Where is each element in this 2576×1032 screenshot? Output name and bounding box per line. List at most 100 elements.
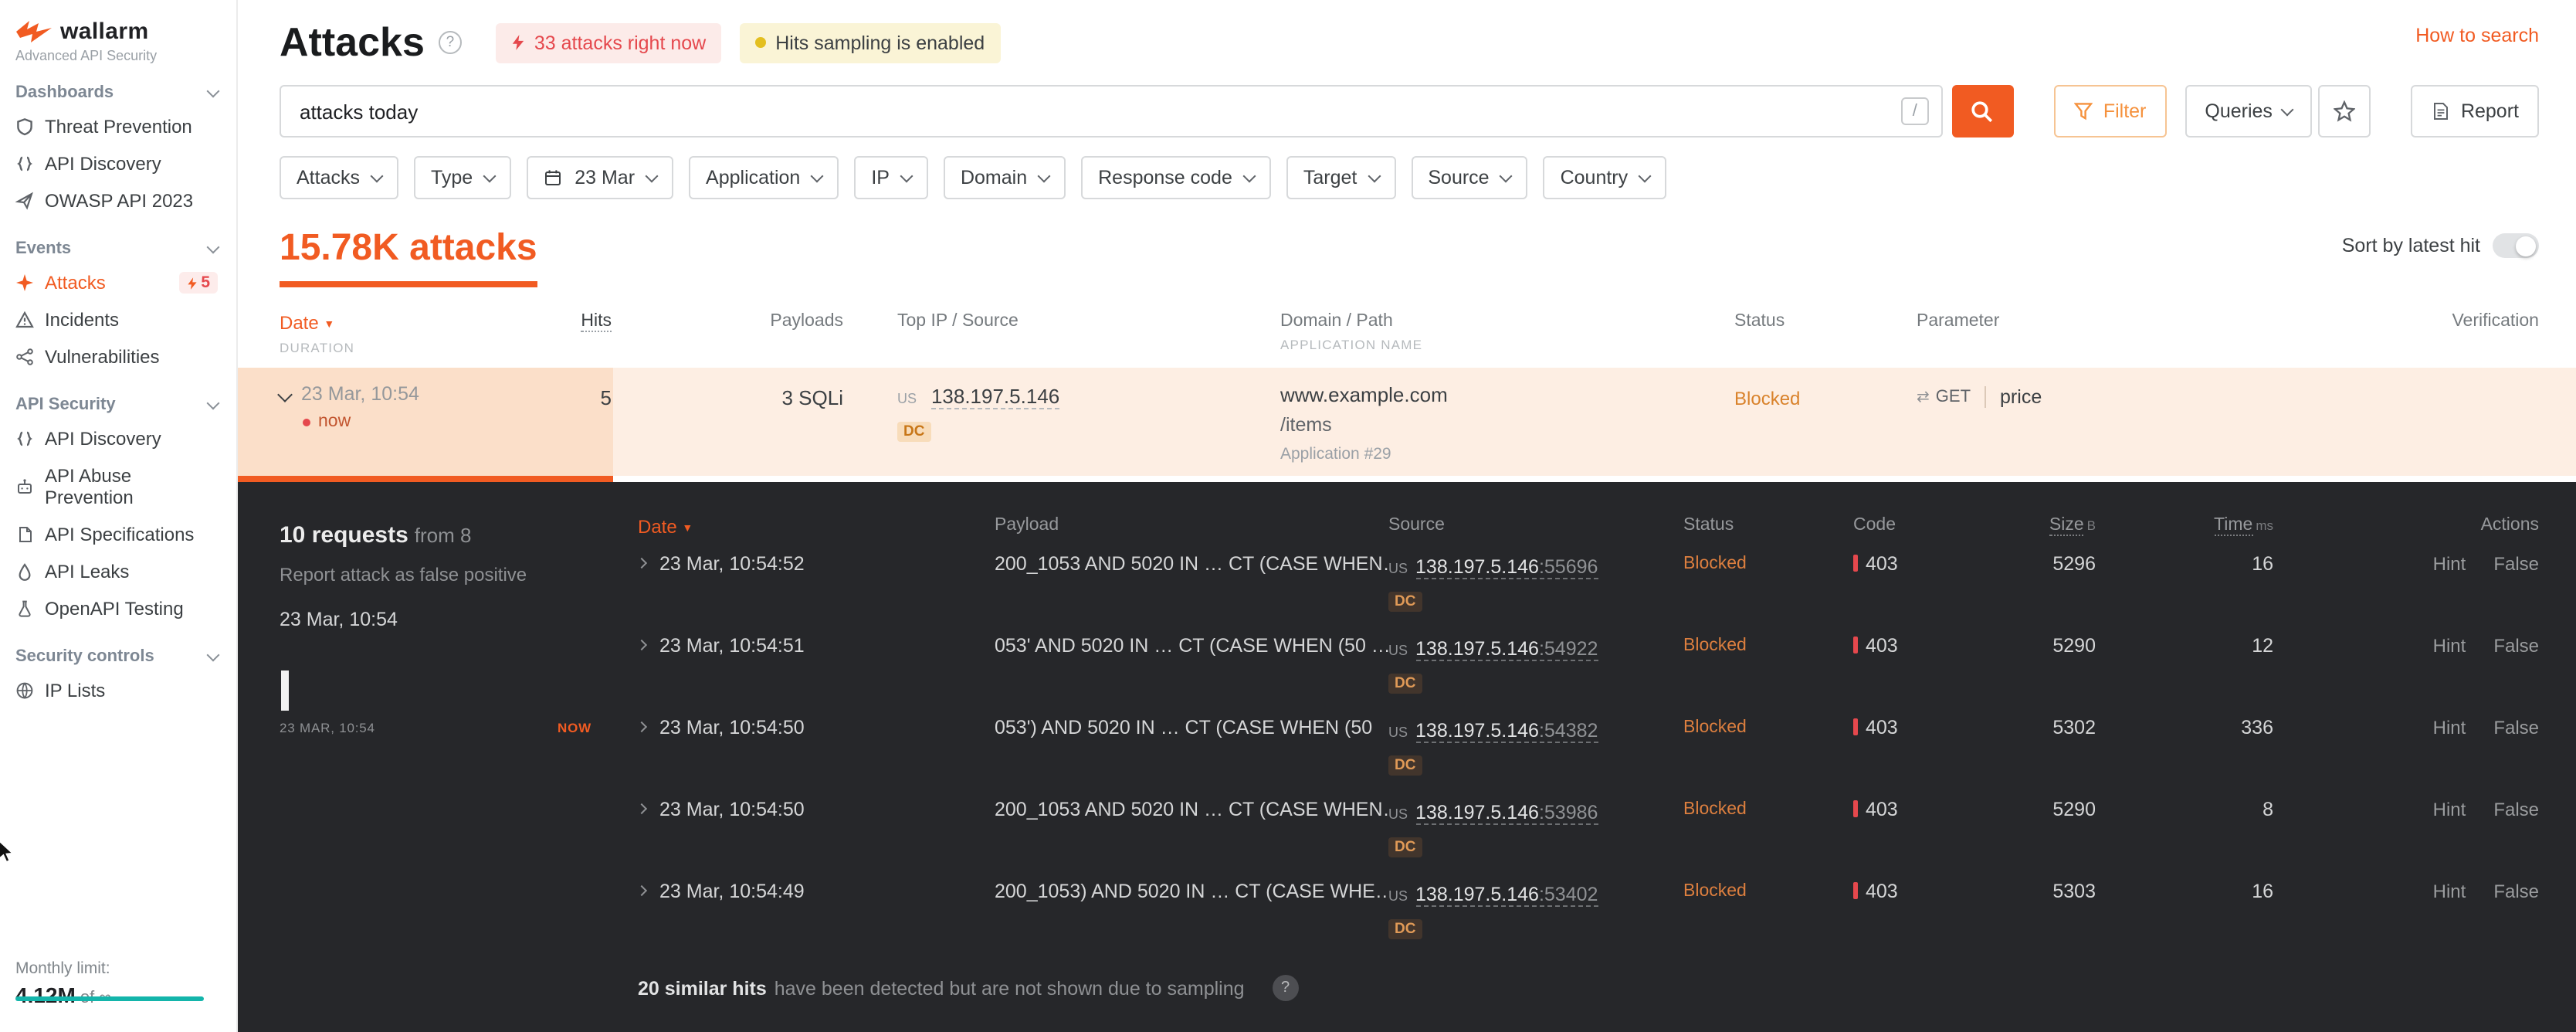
hit-date: 23 Mar, 10:54:50 <box>659 717 805 738</box>
filter-chips: Attacks Type 23 Mar Application IP Domai… <box>280 156 2539 199</box>
hits-table-header: Date ▼ Payload Source Status Code Size B … <box>638 516 2539 547</box>
hit-date: 23 Mar, 10:54:50 <box>659 799 805 820</box>
sort-label: Sort by latest hit <box>2341 235 2480 256</box>
hint-link[interactable]: Hint <box>2433 717 2466 738</box>
chevron-down-icon <box>206 83 220 97</box>
sidebar-item-threat-prevention[interactable]: Threat Prevention <box>0 108 236 145</box>
collapse-chevron-icon[interactable] <box>277 387 293 402</box>
wallarm-logo[interactable]: wallarm <box>0 0 236 45</box>
hit-row[interactable]: 23 Mar, 10:54:52 200_1053 AND 5020 IN … … <box>636 547 2539 629</box>
hits-table: Date ▼ Payload Source Status Code Size B … <box>636 482 2576 1032</box>
hit-status: Blocked <box>1683 882 1747 901</box>
queries-dropdown[interactable]: Queries <box>2185 85 2313 137</box>
hint-link[interactable]: Hint <box>2433 553 2466 575</box>
filter-chip-response-code[interactable]: Response code <box>1081 156 1271 199</box>
help-icon[interactable]: ? <box>438 31 462 54</box>
code-severity-bar <box>1853 718 1858 735</box>
filter-chip-country[interactable]: Country <box>1543 156 1667 199</box>
hint-link[interactable]: Hint <box>2433 881 2466 902</box>
false-link[interactable]: False <box>2493 635 2539 657</box>
expand-chevron-icon[interactable] <box>636 803 648 815</box>
sidebar-item-incidents[interactable]: Incidents <box>0 301 236 338</box>
expand-chevron-icon[interactable] <box>636 721 648 733</box>
sidebar-section-security-controls[interactable]: Security controls <box>0 627 236 672</box>
hit-ip[interactable]: 138.197.5.146:55696 <box>1415 556 1598 579</box>
hit-ip[interactable]: 138.197.5.146:53402 <box>1415 884 1598 907</box>
report-button[interactable]: Report <box>2411 85 2539 137</box>
filter-chip-type[interactable]: Type <box>414 156 512 199</box>
hit-payload: 200_1053) AND 5020 IN … CT (CASE WHE… <box>995 881 1388 902</box>
sidebar-item-api-specifications[interactable]: API Specifications <box>0 516 236 553</box>
expand-chevron-icon[interactable] <box>636 639 648 651</box>
requests-histogram <box>280 664 591 711</box>
filter-chip-domain[interactable]: Domain <box>943 156 1066 199</box>
favorite-button[interactable] <box>2318 85 2371 137</box>
attack-ip[interactable]: 138.197.5.146 <box>930 385 1060 409</box>
sidebar-item-openapi-testing[interactable]: OpenAPI Testing <box>0 590 236 627</box>
sidebar-section-dashboards[interactable]: Dashboards <box>0 63 236 108</box>
sidebar-item-label: Incidents <box>45 309 120 331</box>
expand-chevron-icon[interactable] <box>636 557 648 569</box>
col-header-status: Status <box>1734 312 1785 331</box>
false-link[interactable]: False <box>2493 717 2539 738</box>
filter-button[interactable]: Filter <box>2053 85 2167 137</box>
filter-chip-ip[interactable]: IP <box>854 156 928 199</box>
filter-chip-source[interactable]: Source <box>1411 156 1528 199</box>
shield-icon <box>17 118 32 136</box>
sidebar-section-api-security[interactable]: API Security <box>0 375 236 420</box>
hits-col-actions: Actions <box>2480 516 2539 535</box>
sidebar-section-events[interactable]: Events <box>0 219 236 264</box>
sort-toggle[interactable] <box>2493 233 2539 258</box>
filter-chip-date[interactable]: 23 Mar <box>527 156 674 199</box>
hits-col-date[interactable]: Date ▼ <box>638 516 995 538</box>
attack-payloads: 3 SQLi <box>781 386 844 409</box>
attack-details-panel: 10 requests from 8 Report attack as false… <box>238 482 2576 1032</box>
hits-col-size[interactable]: Size B <box>1949 516 2096 536</box>
search-input[interactable] <box>280 85 1943 137</box>
false-link[interactable]: False <box>2493 553 2539 575</box>
hit-row[interactable]: 23 Mar, 10:54:50 200_1053 AND 5020 IN … … <box>636 793 2539 874</box>
sidebar-item-vulnerabilities[interactable]: Vulnerabilities <box>0 338 236 375</box>
filter-chip-attacks[interactable]: Attacks <box>280 156 398 199</box>
code-severity-bar <box>1853 555 1858 572</box>
false-link[interactable]: False <box>2493 881 2539 902</box>
chevron-down-icon <box>206 395 220 409</box>
braces-icon <box>17 156 32 171</box>
hit-row[interactable]: 23 Mar, 10:54:49 200_1053) AND 5020 IN …… <box>636 874 2539 956</box>
sampling-help-icon[interactable]: ? <box>1272 975 1299 1001</box>
results-header: 15.78K attacks Sort by latest hit <box>280 227 2539 287</box>
calendar-icon <box>545 170 561 185</box>
how-to-search-link[interactable]: How to search <box>2415 25 2539 46</box>
col-header-date[interactable]: Date ▼ DURATION <box>238 312 565 355</box>
filter-chip-target[interactable]: Target <box>1286 156 1396 199</box>
col-header-hits[interactable]: Hits <box>581 312 612 332</box>
country-code: US <box>1388 806 1408 822</box>
attack-row-expanded[interactable]: 23 Mar, 10:54 now 5 3 SQLi US 138.197.5.… <box>238 368 2576 476</box>
hits-col-time[interactable]: Time ms <box>2096 516 2273 536</box>
sidebar-item-api-discovery-2[interactable]: API Discovery <box>0 420 236 457</box>
hit-ip[interactable]: 138.197.5.146:53986 <box>1415 802 1598 825</box>
hits-col-status: Status <box>1683 516 1734 535</box>
hit-size: 5303 <box>2052 881 2096 902</box>
filter-chip-application[interactable]: Application <box>689 156 839 199</box>
attacks-right-now-badge[interactable]: 33 attacks right now <box>495 22 722 63</box>
sidebar-item-ip-lists[interactable]: IP Lists <box>0 672 236 709</box>
expand-chevron-icon[interactable] <box>636 884 648 897</box>
sidebar-item-api-abuse-prevention[interactable]: API Abuse Prevention <box>0 457 236 516</box>
hit-row[interactable]: 23 Mar, 10:54:51 053' AND 5020 IN … CT (… <box>636 629 2539 711</box>
sidebar-item-owasp-api-2023[interactable]: OWASP API 2023 <box>0 182 236 219</box>
sidebar-item-api-discovery[interactable]: API Discovery <box>0 145 236 182</box>
report-false-positive-link[interactable]: Report attack as false positive <box>280 564 527 586</box>
sidebar-item-attacks[interactable]: Attacks 5 <box>0 264 236 301</box>
search-button[interactable] <box>1951 85 2014 137</box>
hit-status: Blocked <box>1683 718 1747 737</box>
hit-ip[interactable]: 138.197.5.146:54922 <box>1415 638 1598 661</box>
hits-col-payload: Payload <box>995 516 1059 535</box>
details-timestamp: 23 Mar, 10:54 <box>280 609 398 630</box>
hint-link[interactable]: Hint <box>2433 635 2466 657</box>
hit-ip[interactable]: 138.197.5.146:54382 <box>1415 720 1598 743</box>
hit-row[interactable]: 23 Mar, 10:54:50 053') AND 5020 IN … CT … <box>636 711 2539 793</box>
sidebar-item-api-leaks[interactable]: API Leaks <box>0 553 236 590</box>
false-link[interactable]: False <box>2493 799 2539 820</box>
hint-link[interactable]: Hint <box>2433 799 2466 820</box>
